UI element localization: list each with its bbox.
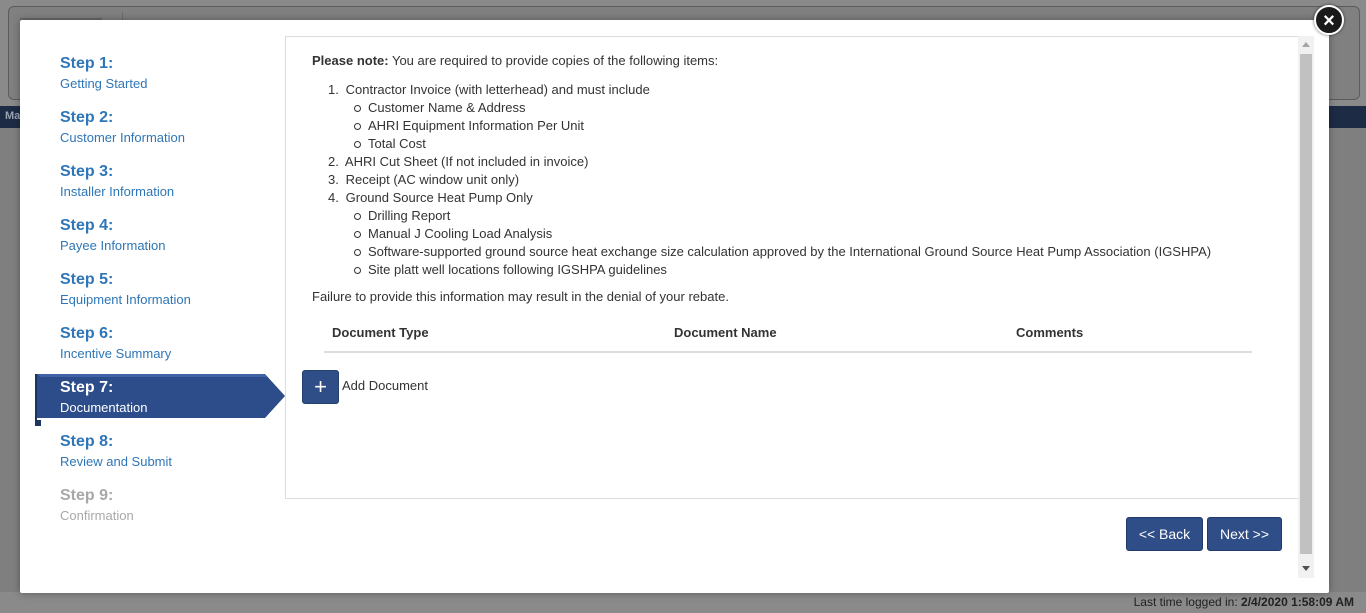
step-number: Step 6: [60, 325, 114, 342]
next-button[interactable]: Next >> [1207, 517, 1282, 551]
step-3[interactable]: Step 3: Installer Information [60, 162, 174, 200]
list-item: 2. AHRI Cut Sheet (If not included in in… [328, 153, 1211, 171]
required-items-note: Please note: You are required to provide… [312, 53, 718, 68]
item-text: Receipt (AC window unit only) [345, 172, 520, 187]
steps-sidebar: Step 1: Getting Started Step 2: Customer… [20, 20, 286, 593]
documents-table-header: Document Type Document Name Comments [324, 315, 1252, 353]
item-number: 4. [328, 190, 339, 205]
note-label: Please note: [312, 53, 389, 68]
step-label: Equipment Information [60, 292, 191, 307]
list-item: 1. Contractor Invoice (with letterhead) … [328, 81, 1211, 99]
sub-item: Software-supported ground source heat ex… [328, 243, 1211, 261]
step-label: Customer Information [60, 130, 185, 145]
item-text: AHRI Cut Sheet (If not included in invoi… [344, 154, 589, 169]
step-label: Review and Submit [60, 454, 172, 469]
background-nav-text: Ma [5, 110, 21, 122]
denial-warning: Failure to provide this information may … [312, 289, 729, 304]
step-number: Step 2: [60, 109, 114, 126]
step-8[interactable]: Step 8: Review and Submit [60, 432, 172, 470]
sub-item: AHRI Equipment Information Per Unit [328, 117, 1211, 135]
back-button[interactable]: << Back [1126, 517, 1203, 551]
sub-item: Manual J Cooling Load Analysis [328, 225, 1211, 243]
step-label: Payee Information [60, 238, 166, 253]
step-label: Documentation [60, 400, 148, 415]
step-number: Step 4: [60, 217, 114, 234]
step-label: Getting Started [60, 76, 148, 91]
scroll-thumb[interactable] [1300, 54, 1312, 554]
column-document-type: Document Type [332, 325, 429, 340]
last-login-value: 2/4/2020 1:58:09 AM [1241, 595, 1354, 609]
item-text: Ground Source Heat Pump Only [345, 190, 533, 205]
step-4[interactable]: Step 4: Payee Information [60, 216, 166, 254]
scroll-down-arrow-icon[interactable] [1302, 566, 1310, 571]
sub-item: Total Cost [328, 135, 1211, 153]
list-item: 4. Ground Source Heat Pump Only [328, 189, 1211, 207]
step-label: Confirmation [60, 508, 134, 523]
required-items-list: 1. Contractor Invoice (with letterhead) … [328, 81, 1211, 279]
add-document-button[interactable]: + [302, 370, 339, 404]
documentation-panel: Please note: You are required to provide… [285, 36, 1299, 499]
step-6[interactable]: Step 6: Incentive Summary [60, 324, 171, 362]
step-9-disabled: Step 9: Confirmation [60, 486, 134, 524]
list-item: 3. Receipt (AC window unit only) [328, 171, 1211, 189]
step-number: Step 3: [60, 163, 114, 180]
step-label: Incentive Summary [60, 346, 172, 361]
sub-item: Drilling Report [328, 207, 1211, 225]
step-number: Step 7: [60, 379, 114, 396]
sub-item: Customer Name & Address [328, 99, 1211, 117]
scroll-up-arrow-icon[interactable] [1302, 42, 1310, 47]
step-number: Step 9: [60, 487, 114, 504]
note-text: You are required to provide copies of th… [388, 53, 719, 68]
column-document-name: Document Name [674, 325, 777, 340]
step-number: Step 1: [60, 55, 114, 72]
sub-item: Site platt well locations following IGSH… [328, 261, 1211, 279]
step-5[interactable]: Step 5: Equipment Information [60, 270, 191, 308]
item-text: Contractor Invoice (with letterhead) and… [345, 82, 650, 97]
step-label: Installer Information [60, 184, 175, 199]
step-number: Step 8: [60, 433, 114, 450]
step-1[interactable]: Step 1: Getting Started [60, 54, 147, 92]
step-7-active[interactable]: Step 7: Documentation [60, 378, 147, 416]
last-login-info: Last time logged in: 2/4/2020 1:58:09 AM [1134, 595, 1354, 609]
item-number: 1. [328, 82, 339, 97]
close-icon: × [1323, 10, 1335, 32]
item-number: 3. [328, 172, 339, 187]
modal-scrollbar[interactable] [1298, 36, 1314, 578]
add-document-label[interactable]: Add Document [342, 378, 428, 393]
column-comments: Comments [1016, 325, 1084, 340]
step-number: Step 5: [60, 271, 114, 288]
item-number: 2. [328, 154, 339, 169]
close-modal-button[interactable]: × [1314, 5, 1344, 35]
step-2[interactable]: Step 2: Customer Information [60, 108, 185, 146]
wizard-modal: Step 1: Getting Started Step 2: Customer… [20, 20, 1329, 593]
last-login-label: Last time logged in: [1133, 595, 1238, 609]
